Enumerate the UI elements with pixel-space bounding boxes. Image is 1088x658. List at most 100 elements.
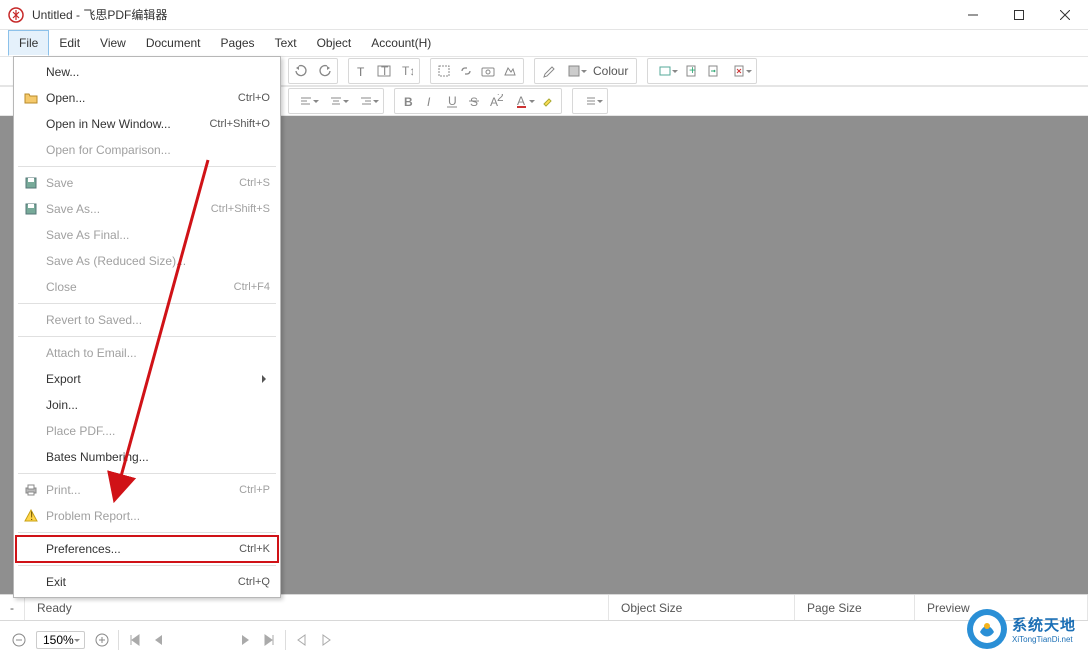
last-page-icon[interactable]: [258, 629, 280, 651]
zoom-value: 150%: [43, 633, 74, 647]
menu-item-print: Print...Ctrl+P: [16, 477, 278, 503]
svg-text:I: I: [427, 95, 431, 108]
menu-item-open-for-comparison: Open for Comparison...: [16, 137, 278, 163]
file-dropdown: New...Open...Ctrl+OOpen in New Window...…: [13, 56, 281, 598]
close-button[interactable]: [1042, 0, 1088, 30]
rotate-right-icon[interactable]: [313, 60, 335, 82]
menu-item-shortcut: Ctrl+K: [239, 543, 270, 555]
menu-item-label: Save As Final...: [46, 228, 270, 242]
page-remove-icon[interactable]: [724, 60, 754, 82]
menu-item-save-as-reduced-size: Save As (Reduced Size)...: [16, 248, 278, 274]
zoom-combo[interactable]: 150%: [36, 631, 85, 649]
zoom-in-icon[interactable]: [91, 629, 113, 651]
menu-item-revert-to-saved: Revert to Saved...: [16, 307, 278, 333]
menu-item-save: SaveCtrl+S: [16, 170, 278, 196]
highlight-icon[interactable]: [537, 90, 559, 112]
menu-item-label: Exit: [46, 575, 238, 589]
underline-icon[interactable]: U: [441, 90, 463, 112]
text-vertical-icon[interactable]: T↕: [395, 60, 417, 82]
camera-icon[interactable]: [477, 60, 499, 82]
toolbar-group-stamp: +: [647, 58, 757, 84]
menu-item-preferences[interactable]: Preferences...Ctrl+K: [16, 536, 278, 562]
save-icon: [24, 176, 46, 190]
stamp-icon[interactable]: [650, 60, 680, 82]
app-icon: [8, 7, 24, 23]
menu-item-shortcut: Ctrl+O: [238, 92, 270, 104]
svg-text:T: T: [381, 64, 389, 78]
italic-icon[interactable]: I: [419, 90, 441, 112]
watermark-text-en: XiTongTianDi.net: [1012, 635, 1076, 644]
menu-item-export[interactable]: Export: [16, 366, 278, 392]
menu-item-shortcut: Ctrl+Q: [238, 576, 270, 588]
prev-page-icon[interactable]: [148, 629, 170, 651]
strikethrough-icon[interactable]: S: [463, 90, 485, 112]
menu-item-join[interactable]: Join...: [16, 392, 278, 418]
status-ready: Ready: [25, 595, 609, 620]
svg-text:T: T: [357, 65, 365, 78]
status-page-size: Page Size: [795, 595, 915, 620]
print-icon: [24, 483, 46, 497]
next-page-icon[interactable]: [234, 629, 256, 651]
next-view-icon[interactable]: [315, 629, 337, 651]
svg-text:!: !: [30, 509, 33, 523]
menu-item-label: Preferences...: [46, 542, 239, 556]
menu-object[interactable]: Object: [307, 30, 362, 56]
status-dash: -: [0, 595, 25, 620]
eyedropper-icon[interactable]: [537, 60, 559, 82]
minimize-button[interactable]: [950, 0, 996, 30]
bold-icon[interactable]: B: [397, 90, 419, 112]
svg-text:A: A: [517, 94, 525, 108]
line-spacing-icon[interactable]: [575, 90, 605, 112]
svg-text:U: U: [448, 94, 457, 108]
menu-document[interactable]: Document: [136, 30, 211, 56]
menu-item-label: Open...: [46, 91, 238, 105]
menu-file[interactable]: File: [8, 30, 49, 56]
menu-item-bates-numbering[interactable]: Bates Numbering...: [16, 444, 278, 470]
toolbar-group-format: B I U S A2 A: [394, 88, 562, 114]
menu-pages[interactable]: Pages: [211, 30, 265, 56]
align-right-icon[interactable]: [351, 90, 381, 112]
menu-item-label: Revert to Saved...: [46, 313, 270, 327]
rotate-left-icon[interactable]: [291, 60, 313, 82]
text-box-icon[interactable]: T: [373, 60, 395, 82]
menu-item-shortcut: Ctrl+Shift+S: [211, 203, 270, 215]
menu-item-open[interactable]: Open...Ctrl+O: [16, 85, 278, 111]
menu-account[interactable]: Account(H): [361, 30, 441, 56]
maximize-button[interactable]: [996, 0, 1042, 30]
shape-icon[interactable]: [499, 60, 521, 82]
link-icon[interactable]: [455, 60, 477, 82]
watermark: 系统天地 XiTongTianDi.net: [966, 600, 1088, 658]
menu-item-exit[interactable]: ExitCtrl+Q: [16, 569, 278, 595]
menu-item-open-in-new-window[interactable]: Open in New Window...Ctrl+Shift+O: [16, 111, 278, 137]
menu-text[interactable]: Text: [265, 30, 307, 56]
align-center-icon[interactable]: [321, 90, 351, 112]
text-tool-icon[interactable]: T: [351, 60, 373, 82]
svg-text:T↕: T↕: [402, 64, 413, 78]
zoom-out-icon[interactable]: [8, 629, 30, 651]
nav-bar: 150%: [0, 620, 1088, 658]
fill-colour-icon[interactable]: [559, 60, 589, 82]
crop-icon[interactable]: [433, 60, 455, 82]
page-next-icon[interactable]: [702, 60, 724, 82]
menu-item-label: New...: [46, 65, 270, 79]
menu-item-shortcut: Ctrl+P: [239, 484, 270, 496]
titlebar: Untitled - 飞思PDF编辑器: [0, 0, 1088, 30]
first-page-icon[interactable]: [124, 629, 146, 651]
menu-item-label: Bates Numbering...: [46, 450, 270, 464]
menu-item-save-as-final: Save As Final...: [16, 222, 278, 248]
page-add-icon[interactable]: +: [680, 60, 702, 82]
prev-view-icon[interactable]: [291, 629, 313, 651]
menu-item-label: Close: [46, 280, 234, 294]
superscript-icon[interactable]: A2: [485, 90, 507, 112]
menu-view[interactable]: View: [90, 30, 136, 56]
menu-item-label: Attach to Email...: [46, 346, 270, 360]
font-colour-icon[interactable]: A: [507, 90, 537, 112]
colour-label: Colour: [593, 64, 628, 78]
menu-item-new[interactable]: New...: [16, 59, 278, 85]
menu-edit[interactable]: Edit: [49, 30, 90, 56]
align-left-icon[interactable]: [291, 90, 321, 112]
menu-item-label: Export: [46, 372, 270, 386]
menubar: File Edit View Document Pages Text Objec…: [0, 30, 1088, 56]
status-object-size: Object Size: [609, 595, 795, 620]
menu-item-attach-to-email: Attach to Email...: [16, 340, 278, 366]
